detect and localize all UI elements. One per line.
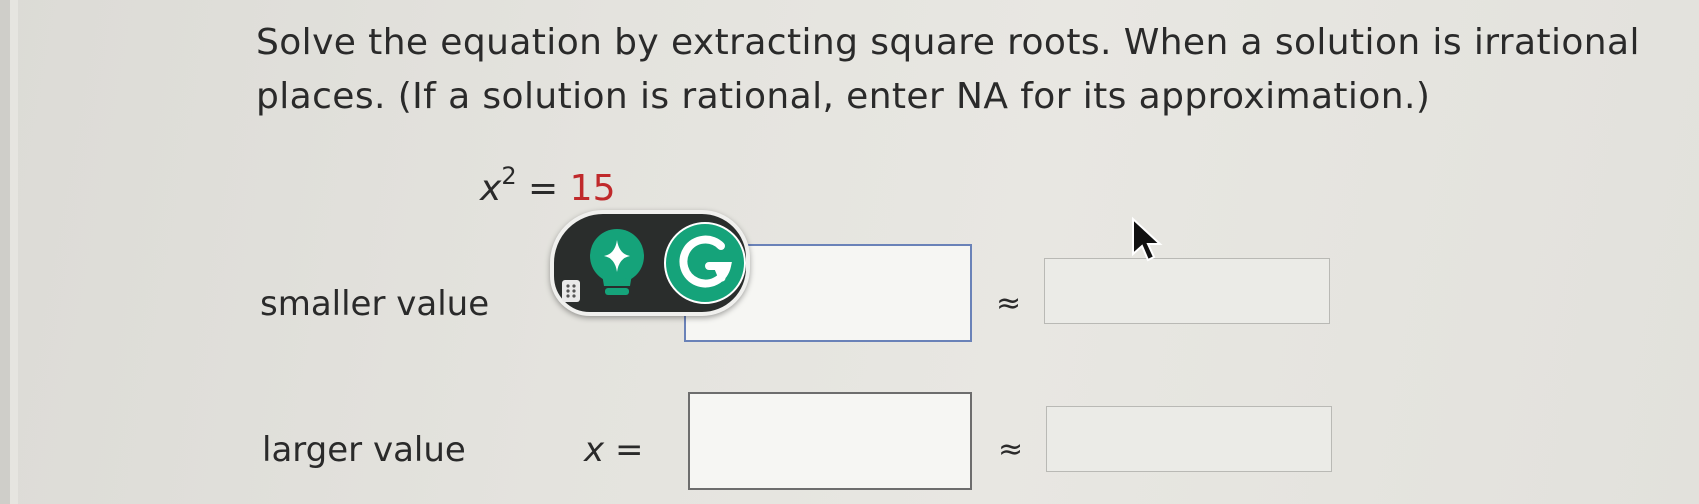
- approx-symbol-smaller: ≈: [996, 286, 1022, 321]
- grammarly-floating-toolbar[interactable]: [550, 210, 750, 316]
- larger-value-label: larger value: [262, 430, 466, 470]
- equation-rhs: 15: [569, 168, 616, 209]
- grammarly-g-icon[interactable]: [662, 220, 748, 310]
- mouse-pointer-icon: [1130, 216, 1164, 268]
- larger-approx-input[interactable]: [1046, 406, 1332, 472]
- equation-equals: =: [528, 168, 559, 209]
- window-left-strip: [10, 0, 18, 504]
- equation: x2 = 15: [480, 162, 616, 209]
- question-line-2: places. (If a solution is rational, ente…: [256, 76, 1431, 117]
- larger-x-equals: x =: [584, 430, 643, 470]
- larger-equals-sign: =: [614, 430, 644, 470]
- question-line-1: Solve the equation by extracting square …: [256, 22, 1640, 63]
- lightbulb-sparkle-icon[interactable]: [582, 224, 652, 314]
- smaller-value-label: smaller value: [260, 284, 490, 324]
- larger-x-variable: x: [584, 430, 605, 470]
- approx-symbol-larger: ≈: [998, 432, 1024, 467]
- smaller-approx-input[interactable]: [1044, 258, 1330, 324]
- equation-exponent: 2: [501, 162, 517, 190]
- drag-handle-icon[interactable]: [562, 280, 580, 302]
- equation-variable: x: [480, 168, 502, 209]
- larger-value-input[interactable]: [688, 392, 972, 490]
